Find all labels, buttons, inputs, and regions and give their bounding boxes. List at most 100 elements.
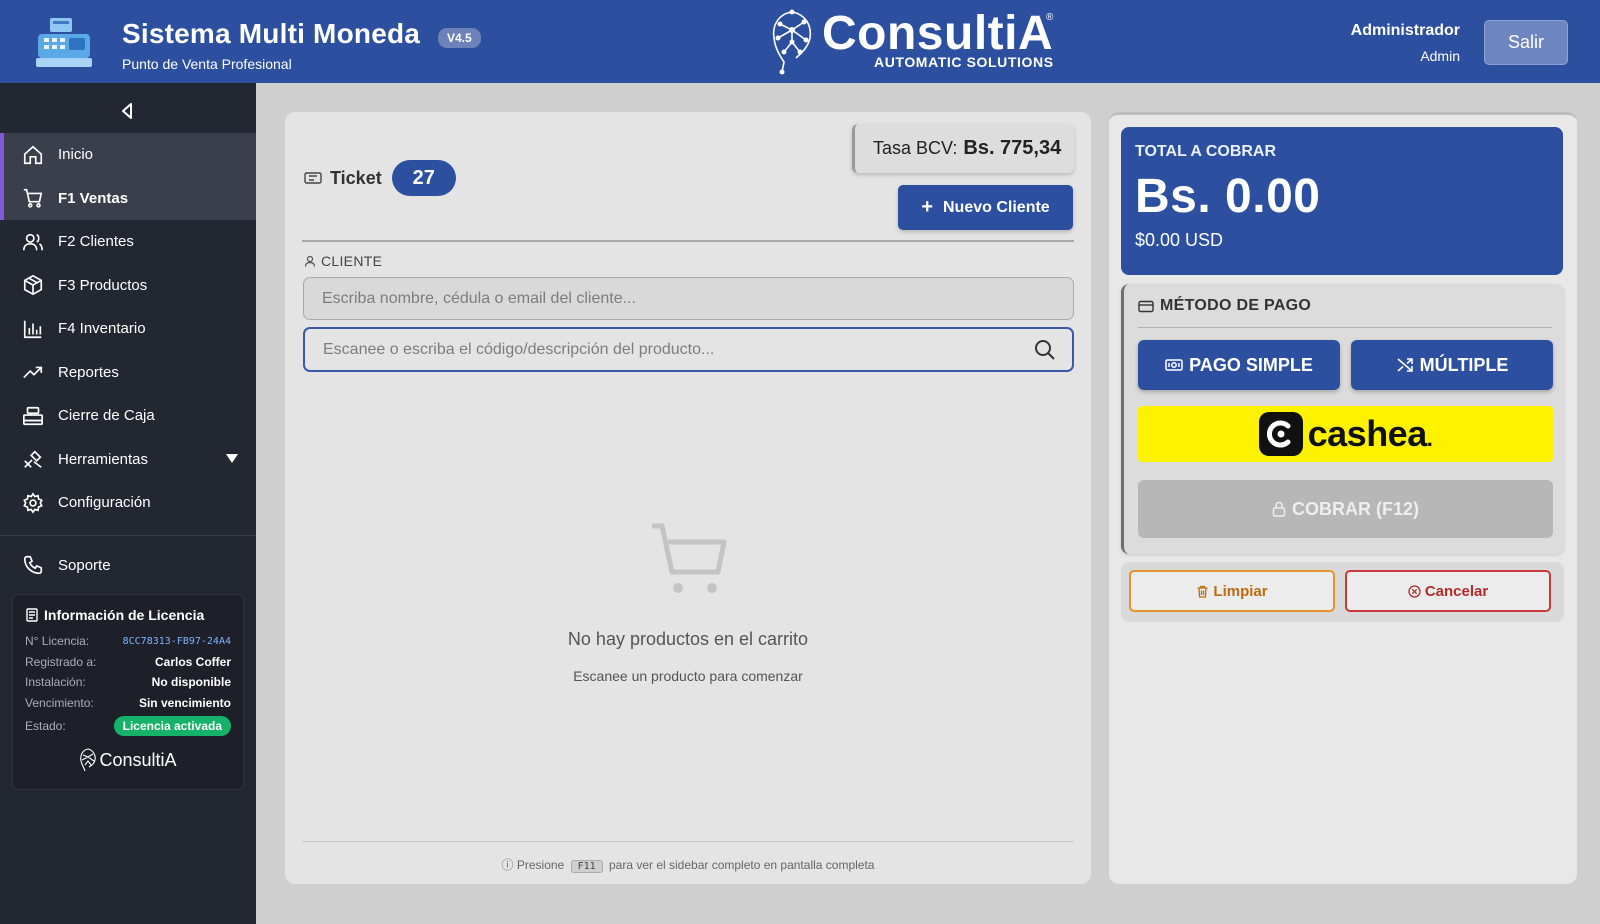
license-installation: No disponible: [151, 675, 231, 690]
app-subtitle: Punto de Venta Profesional: [122, 56, 292, 72]
cashea-dot: .: [1426, 426, 1433, 451]
empty-cart-icon: [652, 523, 727, 593]
empty-cart-title: No hay productos en el carrito: [567, 629, 809, 649]
license-key: Instalación:: [25, 675, 86, 690]
license-key: Registrado a:: [25, 654, 97, 669]
charge-button[interactable]: COBRAR (F12): [1138, 480, 1553, 538]
clear-label: Limpiar: [1213, 582, 1268, 600]
logout-button[interactable]: Salir: [1484, 20, 1568, 65]
brand-registered-mark: ®: [1046, 12, 1054, 23]
cashea-button[interactable]: cashea .: [1138, 406, 1553, 462]
sidebar-item-reportes[interactable]: Reportes: [0, 351, 256, 395]
method-divider: [1138, 327, 1552, 328]
sidebar-item-inicio[interactable]: Inicio: [0, 133, 256, 177]
license-row: Instalación: No disponible: [25, 672, 231, 693]
document-icon: [26, 608, 38, 622]
close-circle-icon: [1408, 584, 1421, 598]
status-badge: Licencia activada: [113, 716, 231, 736]
hint-prefix: Presione: [516, 858, 565, 872]
user-name: Administrador: [1350, 22, 1460, 39]
sidebar-item-inventario[interactable]: F4 Inventario: [0, 307, 256, 351]
sidebar: Inicio F1 Ventas F2 Clientes F3 Producto…: [0, 83, 256, 924]
hint-suffix: para ver el sidebar completo en pantalla…: [608, 858, 875, 872]
user-role: Admin: [1420, 48, 1460, 64]
cash-icon: [1165, 359, 1183, 371]
exchange-rate-label: Tasa BCV:: [873, 138, 958, 158]
cashea-label: cashea: [1307, 413, 1428, 454]
sidebar-item-clientes[interactable]: F2 Clientes: [0, 220, 256, 264]
client-section-text: CLIENTE: [321, 253, 383, 269]
cancel-button[interactable]: Cancelar: [1345, 570, 1551, 612]
payment-method-text: MÉTODO DE PAGO: [1160, 297, 1312, 314]
credit-card-icon: [1138, 300, 1154, 312]
sidebar-item-label: Cierre de Caja: [58, 407, 155, 425]
license-brand-name: ConsultiA: [99, 749, 177, 770]
cashea-c-icon: [1266, 420, 1291, 448]
license-card: Información de Licencia N° Licencia: 8CC…: [12, 594, 244, 790]
license-row: N° Licencia: 8CC78313-FB97-24A4: [25, 631, 231, 652]
brand-logo: ConsultiA ® AUTOMATIC SOLUTIONS: [770, 6, 1060, 78]
brand-tagline: AUTOMATIC SOLUTIONS: [874, 54, 1054, 70]
license-row: Estado: Licencia activada: [25, 713, 231, 739]
sidebar-item-cierre-caja[interactable]: Cierre de Caja: [0, 394, 256, 438]
plus-icon: +: [921, 196, 933, 218]
pay-multiple-label: MÚLTIPLE: [1419, 354, 1509, 375]
license-key: Estado:: [25, 719, 66, 733]
empty-cart-state: No hay productos en el carrito Escanee u…: [285, 520, 1091, 684]
total-usd: $0.00 USD: [1135, 230, 1224, 250]
sidebar-item-soporte[interactable]: Soporte: [0, 544, 256, 588]
license-title: Información de Licencia: [25, 607, 231, 623]
search-icon[interactable]: [1034, 339, 1056, 361]
sidebar-item-ventas[interactable]: F1 Ventas: [0, 176, 256, 220]
nav-divider: [0, 534, 256, 536]
ticket-indicator: Ticket 27: [304, 160, 456, 196]
payment-method-title: MÉTODO DE PAGO: [1138, 297, 1311, 315]
license-key: N° Licencia:: [25, 634, 90, 649]
ticket-label: Ticket: [330, 167, 382, 188]
product-search-input[interactable]: [303, 327, 1074, 372]
actions-box: Limpiar Cancelar: [1121, 562, 1564, 622]
sidebar-item-label: F4 Inventario: [58, 320, 146, 338]
sidebar-item-label: F3 Productos: [58, 276, 148, 294]
payment-method-box: MÉTODO DE PAGO PAGO SIMPLE MÚLTIPLE cash…: [1121, 284, 1564, 554]
cashea-logo-icon: [1258, 412, 1303, 456]
sidebar-item-label: Inicio: [58, 146, 94, 164]
footer-divider: [302, 841, 1074, 842]
register-icon: [23, 406, 43, 425]
license-row: Vencimiento: Sin vencimiento: [25, 693, 231, 714]
app-title: Sistema Multi Moneda: [122, 18, 421, 49]
license-brand: ConsultiA: [25, 747, 231, 773]
sidebar-item-herramientas[interactable]: Herramientas: [0, 438, 256, 482]
chevron-down-icon: [226, 453, 238, 463]
client-search-input[interactable]: [303, 277, 1074, 320]
collapse-sidebar-icon[interactable]: [118, 101, 138, 121]
ticket-icon: [304, 172, 322, 184]
sidebar-item-label: Configuración: [58, 494, 151, 512]
new-client-label: Nuevo Cliente: [943, 198, 1050, 216]
license-expiration: Sin vencimiento: [138, 695, 231, 710]
sidebar-item-productos[interactable]: F3 Productos: [0, 264, 256, 308]
phone-icon: [23, 556, 43, 575]
shuffle-icon: [1397, 358, 1413, 372]
user-icon: [304, 255, 316, 267]
sidebar-item-configuracion[interactable]: Configuración: [0, 481, 256, 525]
pay-simple-button[interactable]: PAGO SIMPLE: [1138, 340, 1340, 390]
clear-button[interactable]: Limpiar: [1129, 570, 1335, 612]
total-amount: Bs. 0.00: [1135, 170, 1321, 223]
keyboard-key: F11: [570, 860, 603, 873]
ticket-number-badge: 27: [391, 160, 456, 196]
exchange-rate-box: Tasa BCV: Bs. 775,34: [852, 124, 1074, 173]
license-number: 8CC78313-FB97-24A4: [122, 635, 231, 647]
brain-network-icon: [772, 9, 812, 75]
total-label: TOTAL A COBRAR: [1135, 143, 1277, 160]
new-client-button[interactable]: + Nuevo Cliente: [898, 185, 1073, 230]
pay-multiple-button[interactable]: MÚLTIPLE: [1351, 340, 1553, 390]
charge-label: COBRAR (F12): [1291, 498, 1419, 519]
section-divider: [302, 240, 1074, 242]
sidebar-item-label: F2 Clientes: [58, 233, 134, 251]
cart-icon: [23, 189, 43, 208]
trend-icon: [23, 366, 43, 379]
sidebar-item-label: Herramientas: [58, 450, 149, 468]
version-badge: V4.5: [438, 28, 481, 48]
client-section-label: CLIENTE: [304, 253, 382, 269]
